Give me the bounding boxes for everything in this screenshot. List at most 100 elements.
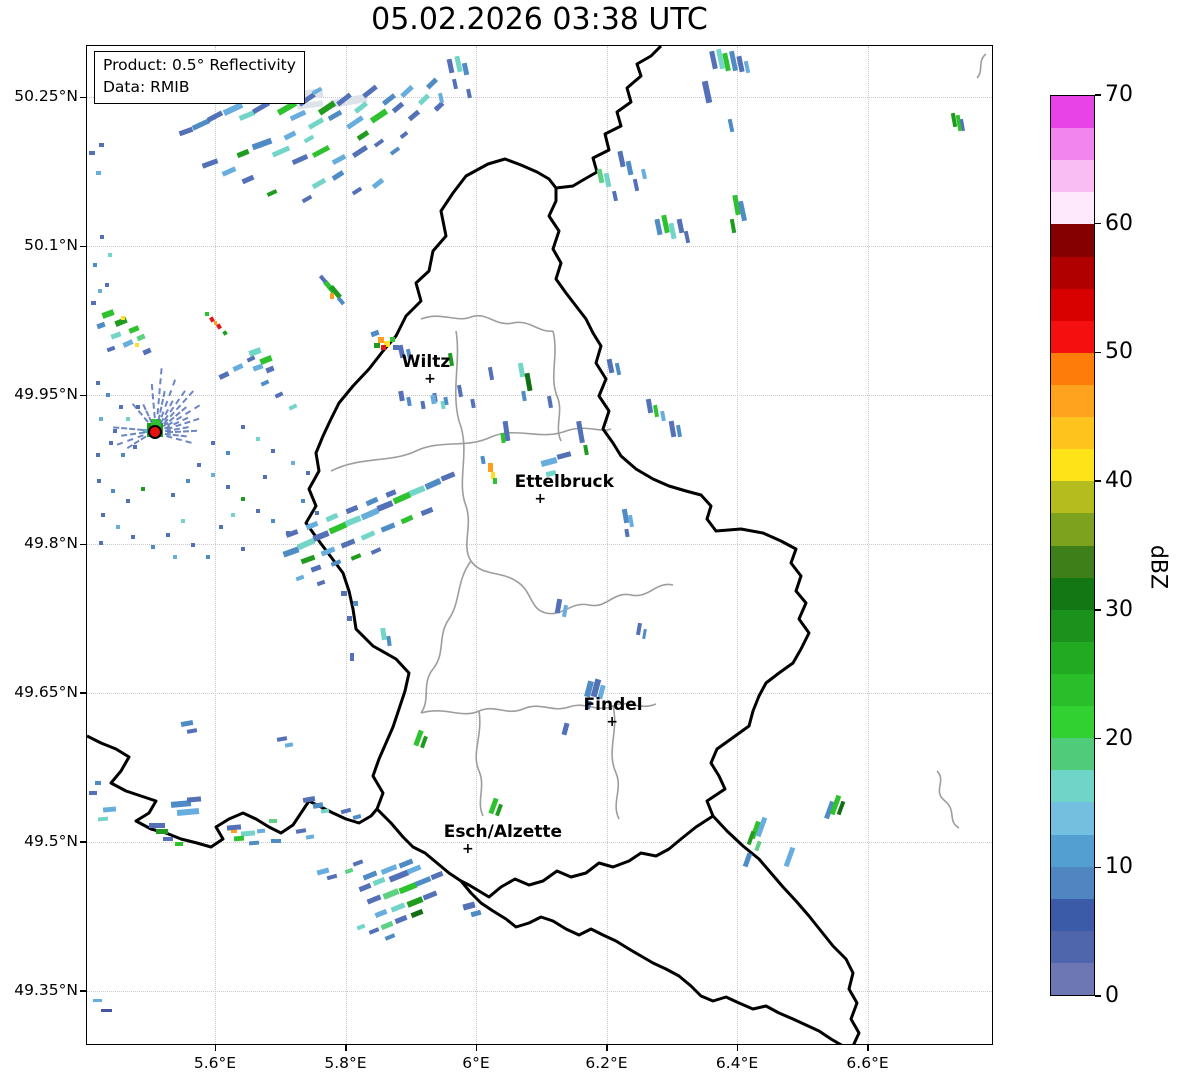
radar-echo-cell	[211, 441, 215, 445]
radar-echo-cell	[306, 471, 310, 475]
colorbar-segment	[1051, 834, 1094, 867]
radar-echo-cell	[315, 511, 319, 515]
colorbar-segment	[1051, 417, 1094, 450]
radar-echo-cell	[269, 819, 277, 823]
radar-echo-cell	[119, 405, 123, 409]
city-marker: +	[424, 371, 436, 388]
colorbar-tick-label: 70	[1105, 82, 1133, 107]
colorbar-tick-mark	[1095, 866, 1101, 869]
y-tick-label: 49.65°N	[14, 682, 78, 701]
radar-echo-cell	[149, 823, 165, 828]
radar-echo-cell	[97, 816, 109, 822]
radar-echo-cell	[96, 453, 100, 457]
x-tick-label: 5.6°E	[193, 1054, 237, 1072]
colorbar-segment	[1051, 320, 1094, 353]
radar-echo-cell	[381, 345, 386, 350]
x-tick-mark	[736, 1045, 739, 1051]
y-tick-mark	[80, 543, 86, 545]
colorbar-tick-mark	[1095, 737, 1101, 740]
district-border	[420, 560, 472, 714]
colorbar-segment	[1051, 256, 1094, 289]
colorbar-tick-label: 20	[1105, 725, 1133, 751]
colorbar-tick-label: 60	[1105, 210, 1133, 236]
radar-echo-cell	[106, 393, 110, 397]
colorbar-tick-label: 40	[1105, 468, 1133, 494]
radar-echo-cell	[330, 293, 334, 299]
district-border	[454, 330, 460, 422]
district-border	[552, 330, 562, 442]
district-border	[458, 420, 674, 615]
radar-echo-cell	[374, 343, 380, 348]
district-border	[976, 53, 987, 79]
radar-echo-cell	[181, 519, 185, 523]
radar-echo-cell	[197, 463, 201, 467]
city-label: Findel	[583, 694, 643, 715]
radar-echo-cell	[89, 151, 95, 155]
y-tick-label: 49.8°N	[24, 534, 78, 552]
radar-echo-cell	[96, 381, 100, 385]
city-marker: +	[534, 491, 547, 508]
figure-title: 05.02.2026 03:38 UTC	[371, 2, 708, 37]
colorbar-segment	[1051, 930, 1094, 963]
district-border	[420, 314, 554, 332]
radar-echo-cell	[126, 499, 130, 503]
x-tick-label: 6.6°E	[846, 1054, 889, 1072]
radar-echo-cell	[97, 479, 101, 483]
radar-echo-cell	[98, 289, 102, 293]
radar-echo-cell	[99, 143, 104, 147]
radar-echo-cell	[135, 343, 139, 347]
radar-echo-cell	[214, 321, 217, 325]
radar-echo-cell	[390, 337, 395, 342]
colorbar-tick-mark	[1095, 351, 1101, 354]
radar-echo-cell	[171, 493, 175, 497]
y-tick-mark	[80, 841, 86, 843]
radar-echo-cell	[121, 316, 125, 320]
city-label: Esch/Alzette	[443, 821, 563, 842]
y-tick-mark	[80, 692, 86, 694]
colorbar-segment	[1051, 770, 1094, 803]
colorbar-segment	[1051, 641, 1094, 674]
radar-echo-cell	[291, 461, 295, 465]
district-border	[936, 770, 960, 829]
country-border	[555, 46, 663, 190]
colorbar-tick-mark	[1095, 480, 1101, 482]
y-tick-mark	[80, 990, 86, 992]
radar-echo-cell	[186, 479, 190, 483]
colorbar-segment	[1051, 866, 1094, 899]
colorbar-segment	[1051, 609, 1094, 642]
colorbar-segment	[1051, 962, 1094, 996]
radar-echo-cell	[286, 531, 290, 535]
colorbar-axis-label: dBZ	[1145, 544, 1171, 590]
district-border	[330, 427, 612, 472]
y-tick-mark	[80, 394, 86, 397]
radar-echo-cell	[256, 828, 266, 834]
x-tick-mark	[606, 1045, 608, 1051]
colorbar-segment	[1051, 224, 1094, 257]
radar-echo-cell	[121, 453, 125, 457]
radar-echo-cell	[93, 999, 102, 1002]
colorbar-tick-mark	[1095, 222, 1101, 225]
radar-echo-cell	[163, 837, 173, 841]
radar-echo-cell	[111, 489, 115, 493]
colorbar-segment	[1051, 738, 1094, 771]
colorbar	[1050, 95, 1095, 996]
radar-echo-cell	[100, 235, 104, 239]
data-source-line: Data: RMIB	[103, 78, 190, 97]
radar-echo-cell	[347, 616, 352, 621]
radar-echo-cell	[141, 487, 145, 491]
y-tick-mark	[80, 96, 86, 99]
colorbar-segment	[1051, 192, 1094, 225]
y-tick-label: 50.25°N	[14, 87, 78, 106]
colorbar-tick-mark	[1095, 995, 1101, 997]
radar-site-marker	[147, 424, 162, 439]
y-tick-mark	[80, 245, 86, 248]
radar-echo-cell	[271, 839, 281, 843]
colorbar-segment	[1051, 673, 1094, 707]
city-marker: +	[606, 713, 618, 730]
colorbar-tick-mark	[1095, 94, 1101, 96]
radar-echo-cell	[206, 555, 210, 559]
colorbar-segment	[1051, 898, 1094, 931]
product-line: Product: 0.5° Reflectivity	[103, 56, 296, 74]
colorbar-tick-label: 0	[1105, 983, 1119, 1008]
radar-echo-cell	[116, 525, 120, 529]
